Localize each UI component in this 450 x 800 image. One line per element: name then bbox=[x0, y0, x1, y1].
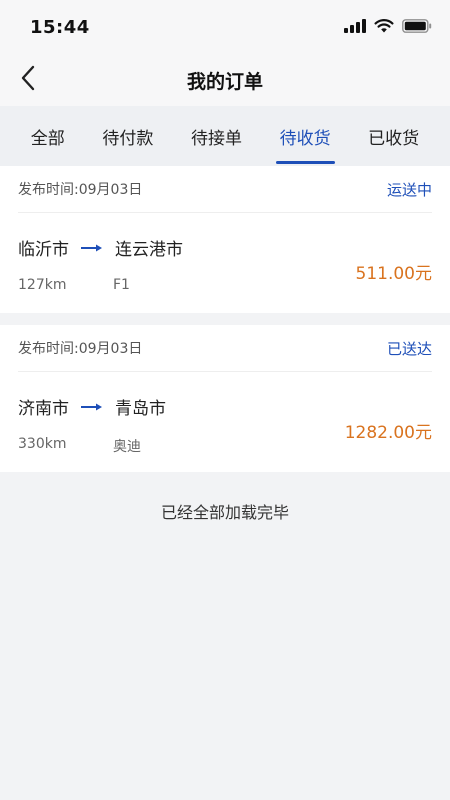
arrow-right-icon bbox=[81, 402, 103, 412]
order-price: 511.00元 bbox=[355, 264, 432, 284]
status-bar: 15:44 bbox=[0, 0, 450, 54]
status-time: 15:44 bbox=[30, 16, 90, 38]
order-card-header: 发布时间:09月03日 已送达 bbox=[18, 325, 432, 372]
back-button[interactable] bbox=[10, 62, 46, 98]
status-icons bbox=[344, 18, 432, 37]
nav-bar: 我的订单 bbox=[0, 54, 450, 106]
tab-received[interactable]: 已收货 bbox=[364, 106, 423, 166]
publish-time: 发布时间:09月03日 bbox=[18, 341, 143, 357]
origin-city: 济南市 bbox=[18, 399, 69, 419]
tab-pending-payment[interactable]: 待付款 bbox=[98, 106, 157, 166]
order-card[interactable]: 发布时间:09月03日 运送中 临沂市 连云港市 127km F1 511.00… bbox=[0, 166, 450, 313]
order-card[interactable]: 发布时间:09月03日 已送达 济南市 青岛市 330km 奥迪 1282.00… bbox=[0, 325, 450, 472]
order-meta: 127km F1 bbox=[18, 277, 130, 293]
vehicle: F1 bbox=[113, 277, 130, 293]
distance: 330km bbox=[18, 436, 67, 452]
tab-pending-receipt[interactable]: 待收货 bbox=[275, 106, 335, 166]
route: 临沂市 连云港市 bbox=[18, 235, 183, 260]
route: 济南市 青岛市 bbox=[18, 394, 166, 419]
page-title: 我的订单 bbox=[186, 70, 263, 93]
wifi-icon bbox=[374, 18, 394, 37]
battery-icon bbox=[402, 18, 432, 37]
order-card-header: 发布时间:09月03日 运送中 bbox=[18, 166, 432, 213]
order-meta: 330km 奥迪 bbox=[18, 436, 141, 456]
origin-city: 临沂市 bbox=[18, 240, 69, 260]
signal-icon bbox=[344, 18, 366, 37]
distance: 127km bbox=[18, 277, 67, 293]
order-status: 运送中 bbox=[386, 180, 432, 199]
order-card-body: 济南市 青岛市 330km 奥迪 1282.00元 bbox=[18, 372, 432, 472]
publish-time: 发布时间:09月03日 bbox=[18, 182, 143, 198]
load-complete-text: 已经全部加载完毕 bbox=[160, 503, 289, 522]
tab-all[interactable]: 全部 bbox=[27, 106, 69, 166]
card-separator bbox=[0, 313, 450, 325]
order-status-tabs: 全部 待付款 待接单 待收货 已收货 bbox=[0, 106, 450, 166]
vehicle: 奥迪 bbox=[113, 439, 141, 455]
order-status: 已送达 bbox=[386, 339, 432, 358]
tab-pending-acceptance[interactable]: 待接单 bbox=[187, 106, 246, 166]
destination-city: 连云港市 bbox=[115, 240, 183, 260]
destination-city: 青岛市 bbox=[115, 399, 166, 419]
chevron-left-icon bbox=[20, 65, 36, 95]
order-card-body: 临沂市 连云港市 127km F1 511.00元 bbox=[18, 213, 432, 313]
order-price: 1282.00元 bbox=[344, 423, 432, 443]
arrow-right-icon bbox=[81, 243, 103, 253]
